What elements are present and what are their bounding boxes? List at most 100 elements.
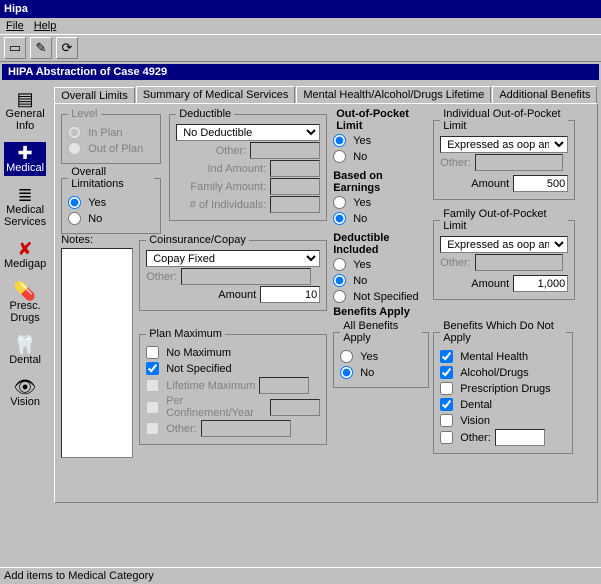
input-benefit-other[interactable] [495, 429, 545, 446]
input-lifetime [259, 377, 309, 394]
radio-earn-no[interactable] [333, 212, 346, 225]
sidebar-label: Medical [6, 162, 44, 174]
radio-oop-no[interactable] [333, 150, 346, 163]
label-planmax-other: Other: [166, 423, 197, 435]
pill-icon: 💊 [14, 282, 36, 300]
legend-all-benefits: All Benefits Apply [340, 320, 422, 344]
input-coins-other [181, 268, 311, 285]
select-coins[interactable]: Copay Fixed [146, 250, 320, 267]
toolbar: ▭ ✎ ⟳ [0, 34, 601, 62]
sidebar-label: Medical Services [4, 204, 46, 228]
radio-allbenefits-no[interactable] [340, 366, 353, 379]
label-notspec: Not Specified [166, 363, 231, 375]
statusbar: Add items to Medical Category [0, 567, 601, 584]
legend-benefits-apply: Benefits Apply [333, 306, 410, 318]
input-indoop-other [475, 154, 563, 171]
sidebar-item-general[interactable]: ▤ General Info [2, 88, 48, 134]
label-ind: Ind Amount: [207, 163, 266, 175]
tab-overall-limits[interactable]: Overall Limits [54, 87, 135, 104]
tab-panel: Level In Plan Out of Plan Overall Limita… [54, 103, 598, 503]
check-alcohol[interactable] [440, 366, 453, 379]
input-planmax-other [201, 420, 291, 437]
label-famoop-amount: Amount [471, 278, 509, 290]
label-peryr: Per Confinement/Year [166, 395, 266, 419]
group-fam-oop: Family Out-of-Pocket Limit Expressed as … [433, 208, 575, 300]
legend-deduct-incl: Deductible Included [333, 232, 429, 256]
sidebar-item-medservices[interactable]: ≣ Medical Services [2, 184, 48, 230]
menu-help[interactable]: Help [34, 20, 57, 32]
status-text: Add items to Medical Category [4, 570, 154, 582]
tab-summary[interactable]: Summary of Medical Services [136, 86, 296, 103]
check-rx[interactable] [440, 382, 453, 395]
radio-overall-no[interactable] [68, 212, 81, 225]
legend-fam-oop: Family Out-of-Pocket Limit [440, 208, 568, 232]
sidebar-item-medigap[interactable]: ✘ Medigap [2, 238, 48, 272]
radio-deduct-notspec[interactable] [333, 290, 346, 303]
label-rx: Prescription Drugs [460, 383, 550, 395]
radio-earn-yes[interactable] [333, 196, 346, 209]
inner-window-title: HIPA Abstraction of Case 4929 [2, 64, 599, 80]
label-deduct-notspec: Not Specified [353, 291, 418, 303]
radio-oop-yes[interactable] [333, 134, 346, 147]
input-family-amount [270, 178, 320, 195]
tabbar: Overall Limits Summary of Medical Servic… [54, 86, 598, 103]
legend-oop: Out-of-Pocket Limit [333, 108, 429, 132]
check-peryr [146, 401, 159, 414]
radio-deduct-no[interactable] [333, 274, 346, 287]
eye-icon: 👁 [14, 378, 37, 396]
notes-textarea[interactable] [61, 248, 133, 458]
radio-deduct-yes[interactable] [333, 258, 346, 271]
menu-file[interactable]: File [6, 20, 24, 32]
input-coins-amount[interactable] [260, 286, 320, 303]
tooth-icon: 🦷 [14, 336, 36, 354]
toolbar-btn-3[interactable]: ⟳ [56, 37, 78, 59]
radio-overall-yes[interactable] [68, 196, 81, 209]
tab-mental[interactable]: Mental Health/Alcohol/Drugs Lifetime [296, 86, 491, 103]
label-earn-no: No [353, 213, 367, 225]
list-icon: ≣ [18, 186, 33, 204]
group-coinsurance: Coinsurance/Copay Copay Fixed Other: Amo… [139, 234, 327, 311]
label-indoop-other: Other: [440, 157, 471, 169]
check-notspec[interactable] [146, 362, 159, 375]
check-vision[interactable] [440, 414, 453, 427]
sidebar-item-medical[interactable]: ✚ Medical [4, 142, 46, 176]
check-nomax[interactable] [146, 346, 159, 359]
toolbar-btn-2[interactable]: ✎ [30, 37, 52, 59]
label-numind: # of Individuals: [190, 199, 266, 211]
label-no: No [88, 213, 102, 225]
label-lifetime: Lifetime Maximum [166, 380, 255, 392]
tab-additional[interactable]: Additional Benefits [492, 86, 597, 103]
legend-coins: Coinsurance/Copay [146, 234, 249, 246]
sidebar-item-vision[interactable]: 👁 Vision [8, 376, 42, 410]
label-family: Family Amount: [190, 181, 266, 193]
select-fam-oop[interactable]: Expressed as oop amount (incl.) [440, 236, 568, 253]
sidebar-item-dental[interactable]: 🦷 Dental [7, 334, 43, 368]
label-out-plan: Out of Plan [88, 143, 143, 155]
check-benefit-other[interactable] [440, 431, 453, 444]
label-notes: Notes: [61, 234, 93, 246]
label-indoop-amount: Amount [471, 178, 509, 190]
label-allb-yes: Yes [360, 351, 378, 363]
label-yes: Yes [88, 197, 106, 209]
sidebar-label: General Info [4, 108, 46, 132]
group-overall-limitations: Overall Limitations Yes No [61, 166, 161, 234]
toolbar-btn-1[interactable]: ▭ [4, 37, 26, 59]
check-planmax-other [146, 422, 159, 435]
check-mental[interactable] [440, 350, 453, 363]
select-deductible[interactable]: No Deductible [176, 124, 320, 141]
radio-in-plan [68, 126, 81, 139]
input-indoop-amount[interactable] [513, 175, 568, 192]
select-ind-oop[interactable]: Expressed as oop amount (incl.) [440, 136, 568, 153]
check-dental[interactable] [440, 398, 453, 411]
window-title: Hipa [4, 3, 28, 15]
sidebar-item-drugs[interactable]: 💊 Presc. Drugs [2, 280, 48, 326]
label-deduct-no: No [353, 275, 367, 287]
radio-allbenefits-yes[interactable] [340, 350, 353, 363]
label-earn-yes: Yes [353, 197, 371, 209]
input-famoop-other [475, 254, 563, 271]
group-planmax: Plan Maximum No Maximum Not Specified Li… [139, 328, 327, 445]
label-mental: Mental Health [460, 351, 528, 363]
label-famoop-other: Other: [440, 257, 471, 269]
sidebar-label: Medigap [4, 258, 46, 270]
input-famoop-amount[interactable] [513, 275, 568, 292]
